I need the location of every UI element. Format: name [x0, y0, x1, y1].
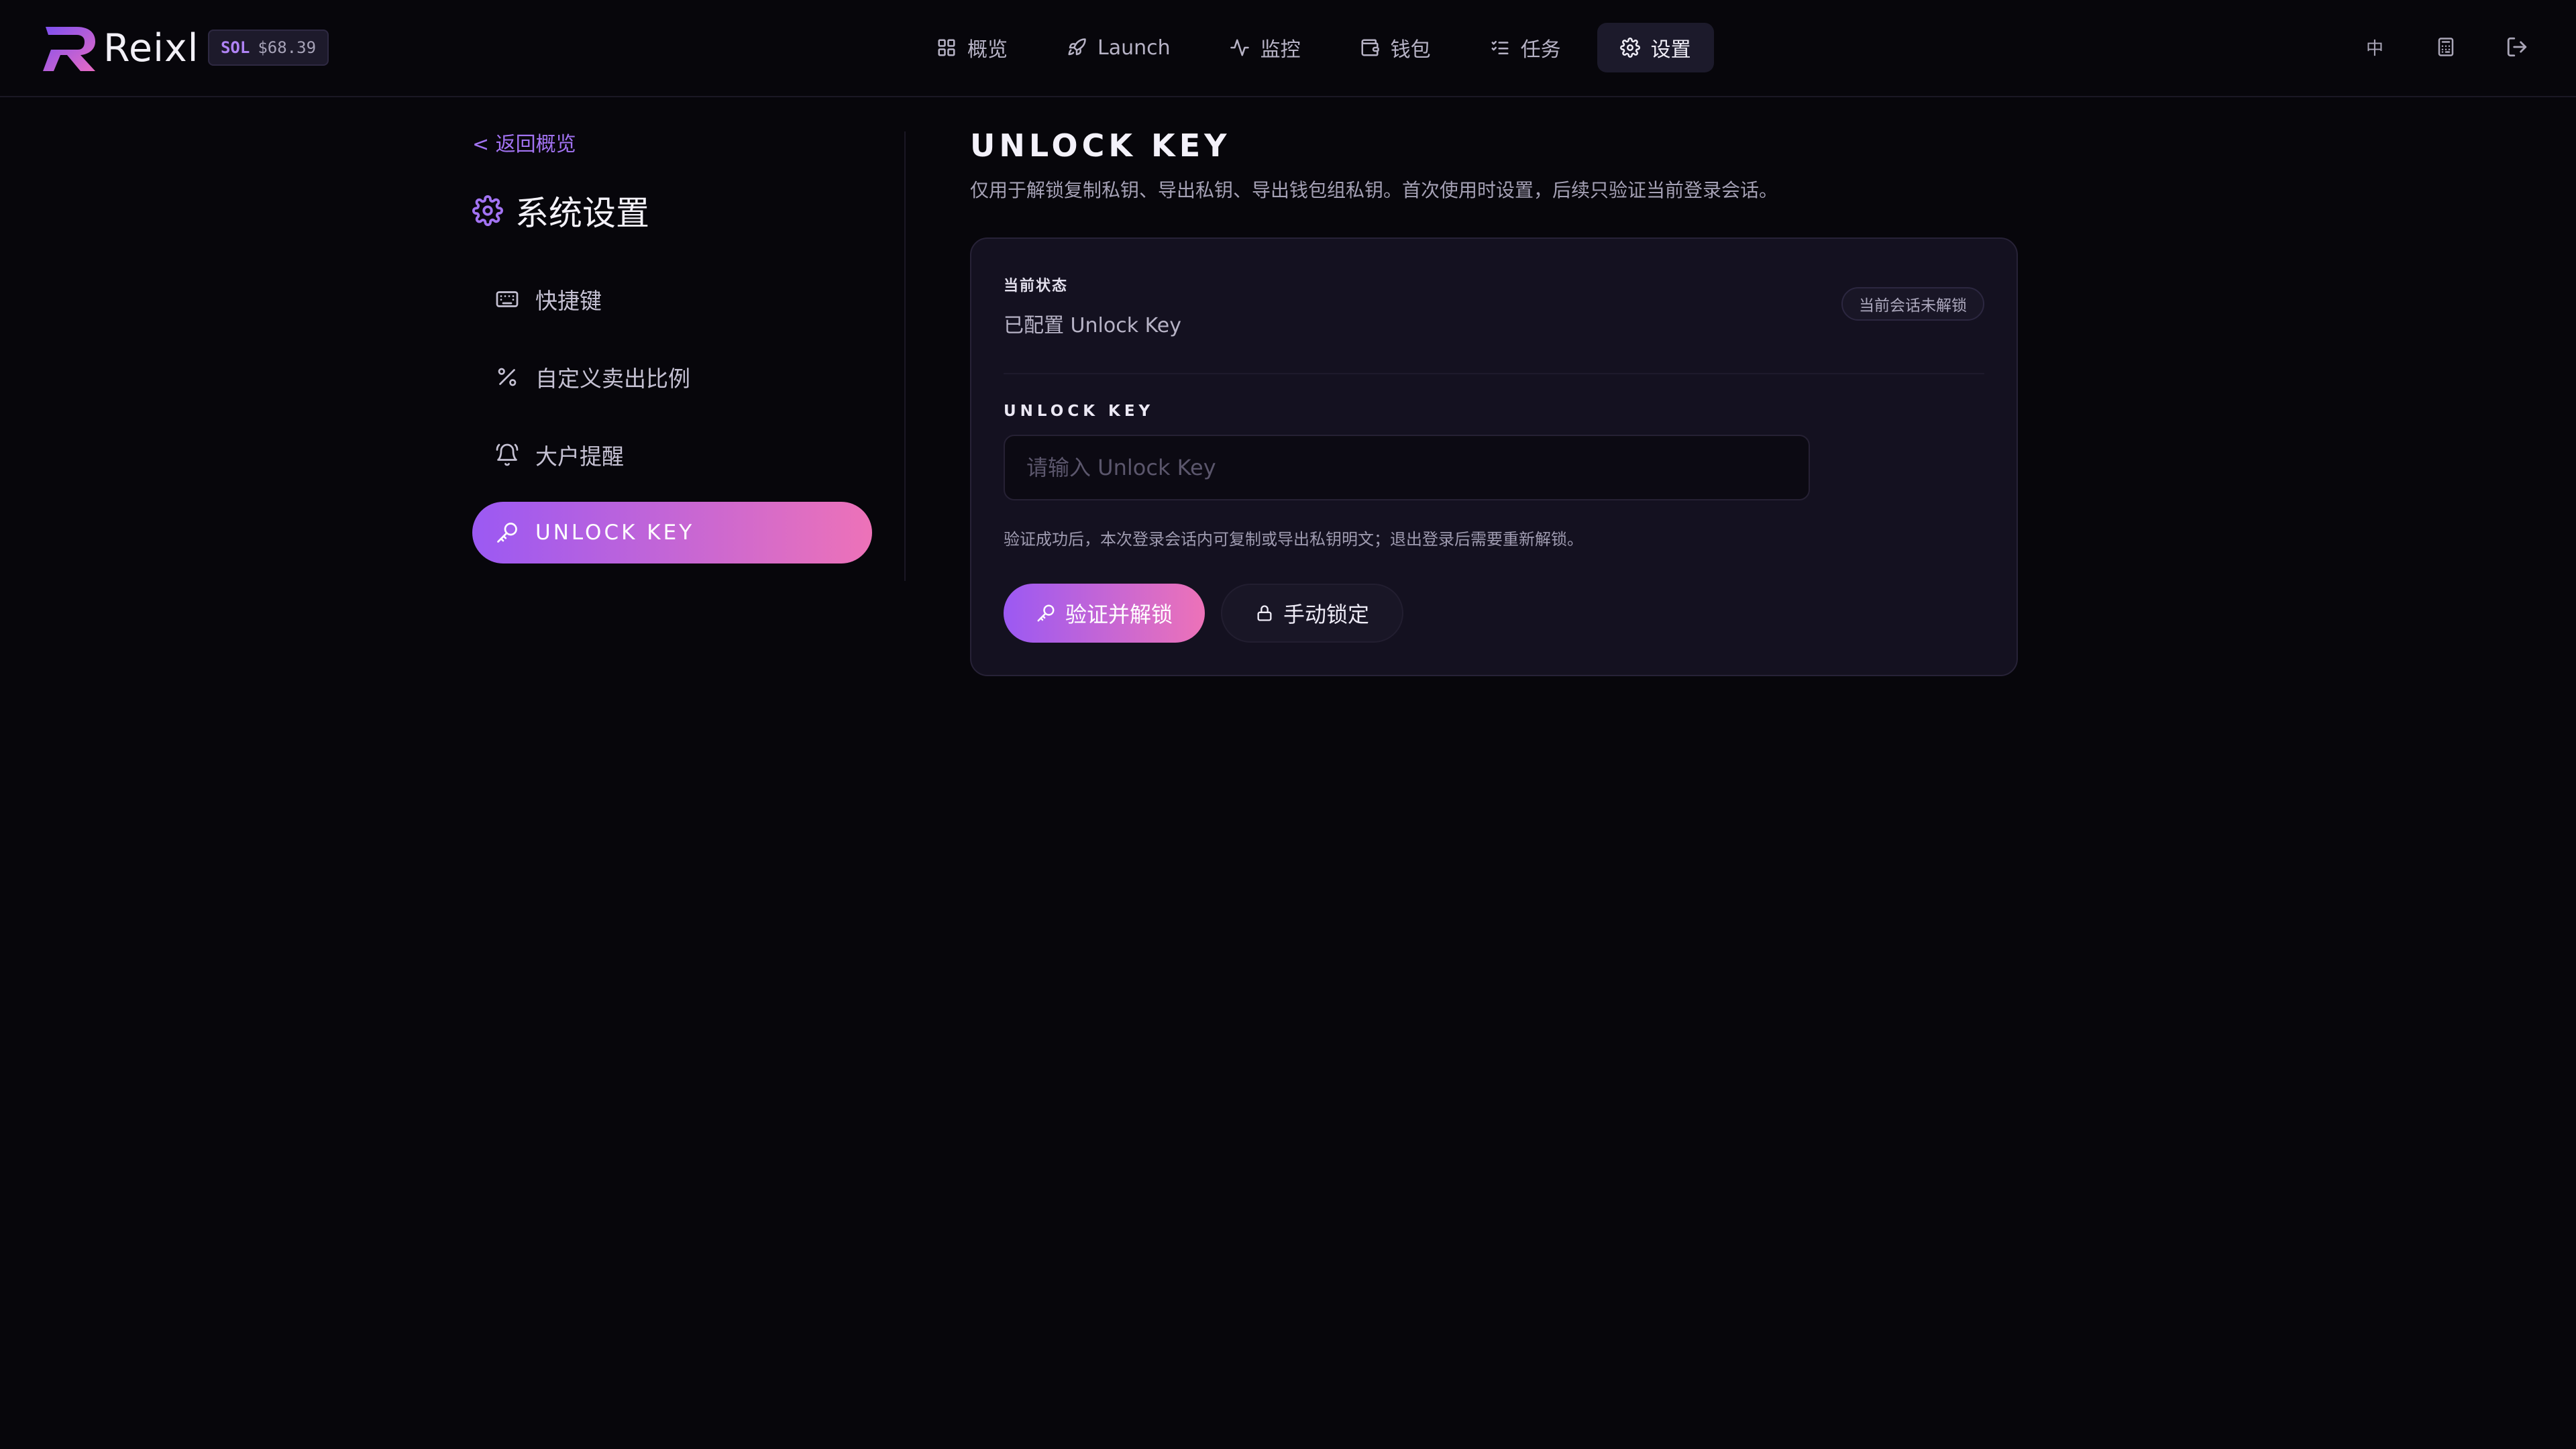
status-label: 当前状态 — [1004, 278, 1069, 294]
main-nav: 概览 Launch 监控 钱包 任务 设置 — [914, 23, 1714, 72]
nav-tasks[interactable]: 任务 — [1467, 23, 1584, 72]
unlock-key-input[interactable] — [1004, 435, 1810, 500]
session-status-badge: 当前会话未解锁 — [1841, 287, 1984, 321]
wallet-icon — [1361, 39, 1379, 56]
back-to-overview-link[interactable]: < 返回概览 — [472, 127, 872, 157]
nav-settings[interactable]: 设置 — [1597, 23, 1714, 72]
rocket-icon — [1068, 38, 1086, 56]
nav-launch-label: Launch — [1097, 36, 1171, 60]
nav-wallet-label: 钱包 — [1390, 38, 1431, 62]
status-value: 已配置 Unlock Key — [1004, 314, 1181, 337]
sol-symbol: SOL — [220, 38, 250, 57]
sidebar-item-unlock-key[interactable]: UNLOCK KEY — [472, 502, 872, 564]
main-content: UNLOCK KEY 仅用于解锁复制私钥、导出私钥、导出钱包组私钥。首次使用时设… — [970, 127, 2018, 676]
sidebar-item-label: 自定义卖出比例 — [535, 366, 690, 392]
nav-tasks-label: 任务 — [1520, 38, 1561, 62]
sol-price-chip: SOL $68.39 — [208, 30, 329, 66]
sidebar-item-label: 快捷键 — [535, 288, 602, 314]
card-divider — [1004, 373, 1984, 374]
brand-logo[interactable]: Reixl — [42, 23, 199, 74]
top-bar: Reixl SOL $68.39 概览 Launch 监控 钱包 任务 设置 中 — [0, 0, 2576, 97]
language-toggle[interactable]: 中 — [2351, 23, 2399, 71]
sidebar-item-sell-ratio[interactable]: 自定义卖出比例 — [472, 346, 872, 408]
verify-unlock-label: 验证并解锁 — [1065, 602, 1173, 627]
sol-price: $68.39 — [258, 38, 317, 57]
nav-wallet[interactable]: 钱包 — [1337, 23, 1454, 72]
unlock-key-label: UNLOCK KEY — [1004, 402, 1155, 420]
bell-icon — [496, 443, 519, 466]
list-checks-icon — [1491, 41, 1509, 54]
gear-icon — [1619, 38, 1640, 58]
unlock-hint: 验证成功后，本次登录会话内可复制或导出私钥明文；退出登录后需要重新解锁。 — [1004, 530, 1583, 549]
nav-overview-label: 概览 — [967, 38, 1008, 62]
sidebar-item-shortcuts[interactable]: 快捷键 — [472, 268, 872, 330]
unlock-key-card: 当前状态 已配置 Unlock Key 当前会话未解锁 UNLOCK KEY 验… — [970, 237, 2018, 676]
nav-monitor-label: 监控 — [1260, 38, 1301, 62]
top-actions: 中 — [2351, 23, 2541, 71]
nav-overview[interactable]: 概览 — [914, 23, 1030, 72]
reixl-logo-icon — [43, 27, 95, 71]
sidebar-item-label: 大户提醒 — [535, 443, 624, 470]
page-title: UNLOCK KEY — [970, 127, 1231, 164]
keyboard-icon — [496, 291, 519, 307]
percent-icon — [498, 368, 517, 386]
nav-launch[interactable]: Launch — [1044, 23, 1193, 72]
calculator-icon — [2438, 38, 2454, 56]
sidebar-divider — [904, 131, 906, 581]
gear-icon — [472, 195, 503, 226]
settings-sidebar: < 返回概览 系统设置 快捷键 自定义卖出比例 大户提醒 UNLOCK KEY — [472, 127, 872, 580]
nav-settings-label: 设置 — [1650, 38, 1691, 62]
manual-lock-button[interactable]: 手动锁定 — [1221, 584, 1403, 643]
key-icon — [1037, 604, 1055, 622]
page-description: 仅用于解锁复制私钥、导出私钥、导出钱包组私钥。首次使用时设置，后续只验证当前登录… — [970, 179, 1778, 201]
sidebar-item-label: UNLOCK KEY — [535, 521, 695, 545]
calculator-button[interactable] — [2422, 23, 2470, 71]
sidebar-item-whale-alert[interactable]: 大户提醒 — [472, 424, 872, 486]
logout-button[interactable] — [2493, 23, 2541, 71]
logout-icon — [2507, 37, 2527, 57]
verify-unlock-button[interactable]: 验证并解锁 — [1004, 584, 1205, 643]
grid-icon — [938, 39, 955, 56]
key-icon — [497, 523, 517, 543]
activity-icon — [1230, 39, 1249, 56]
lock-icon — [1257, 605, 1272, 621]
brand-name: Reixl — [103, 26, 199, 70]
settings-menu: 快捷键 自定义卖出比例 大户提醒 UNLOCK KEY — [472, 268, 872, 564]
sidebar-title-text: 系统设置 — [515, 194, 649, 233]
manual-lock-label: 手动锁定 — [1283, 602, 1369, 627]
nav-monitor[interactable]: 监控 — [1207, 23, 1324, 72]
sidebar-title: 系统设置 — [472, 186, 872, 235]
